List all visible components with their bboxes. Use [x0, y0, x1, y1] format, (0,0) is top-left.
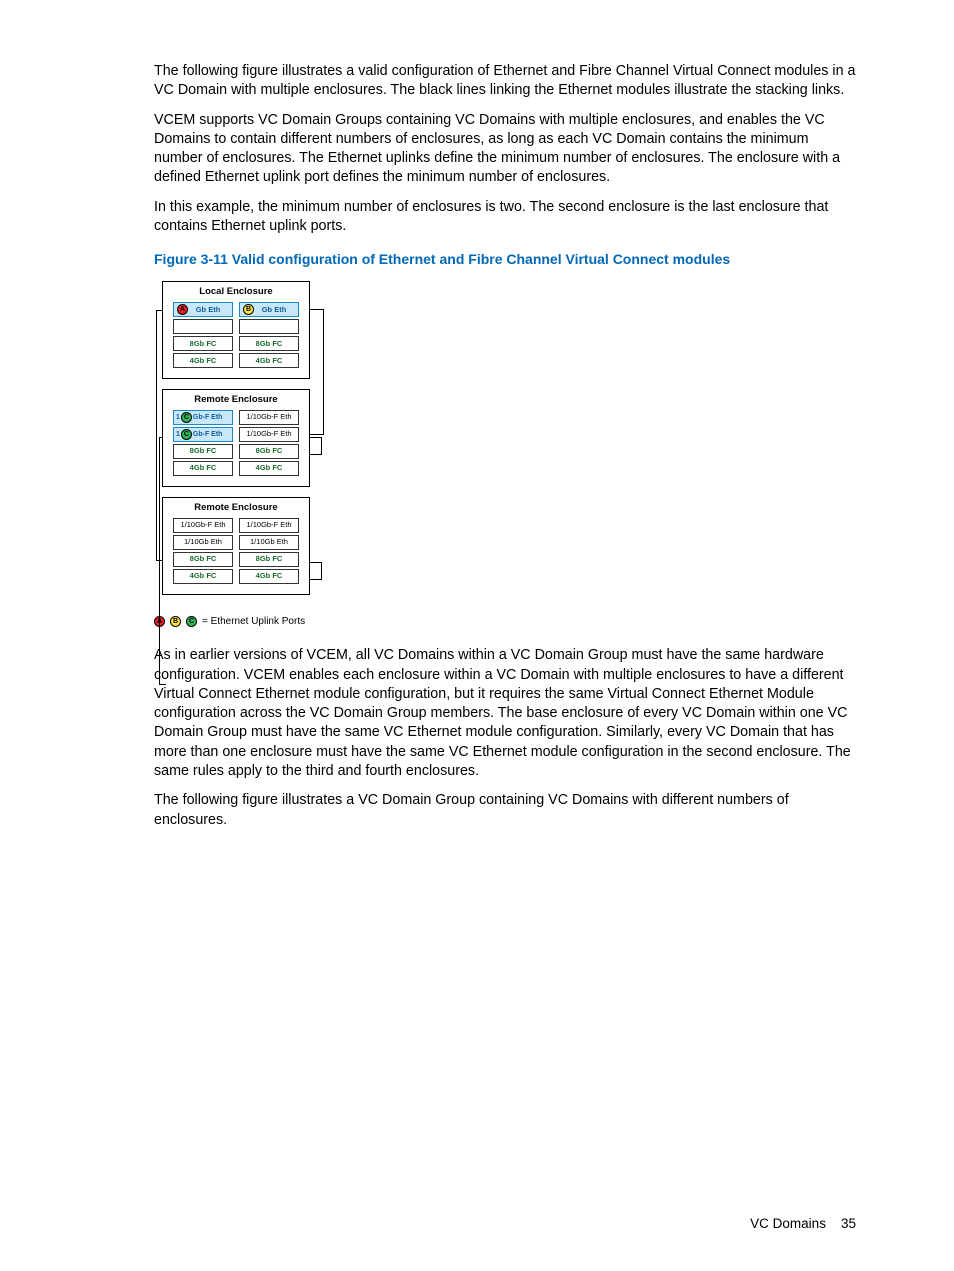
diagram: Local Enclosure A Gb Eth B Gb Eth 8Gb FC…: [154, 281, 354, 594]
module-eth: 1/10Gb-F Eth: [239, 518, 299, 533]
paragraph-1: The following figure illustrates a valid…: [154, 62, 856, 101]
enclosure-title: Remote Enclosure: [167, 393, 305, 410]
module-fc: 4Gb FC: [173, 461, 233, 476]
module-fc: 4Gb FC: [239, 353, 299, 368]
module-fc: 8Gb FC: [173, 336, 233, 351]
footer-page: 35: [841, 1216, 856, 1231]
remote-enclosure-2: Remote Enclosure 1/10Gb-F Eth 1/10Gb-F E…: [162, 497, 310, 595]
uplink-badge-c-icon: C: [186, 616, 197, 627]
module-fc: 8Gb FC: [239, 336, 299, 351]
uplink-badge-c-icon: C: [181, 412, 192, 423]
module-eth: A Gb Eth: [173, 302, 233, 317]
module-fc: 8Gb FC: [173, 552, 233, 567]
paragraph-4: As in earlier versions of VCEM, all VC D…: [154, 646, 856, 781]
module-eth: 1/10Gb Eth: [173, 535, 233, 550]
module-eth: 1 C Gb-F Eth: [173, 410, 233, 425]
module-eth: 1/10Gb Eth: [239, 535, 299, 550]
figure-caption: Figure 3-11 Valid configuration of Ether…: [154, 250, 856, 269]
module-eth: B Gb Eth: [239, 302, 299, 317]
module-eth: 1/10Gb-F Eth: [239, 410, 299, 425]
module-fc: 8Gb FC: [239, 552, 299, 567]
enclosure-title: Remote Enclosure: [167, 501, 305, 518]
uplink-badge-b-icon: B: [243, 304, 254, 315]
paragraph-5: The following figure illustrates a VC Do…: [154, 791, 856, 830]
module-fc: 4Gb FC: [239, 461, 299, 476]
module-eth: 1/10Gb-F Eth: [173, 518, 233, 533]
module-fc: 8Gb FC: [239, 444, 299, 459]
module-fc: 8Gb FC: [173, 444, 233, 459]
local-enclosure: Local Enclosure A Gb Eth B Gb Eth 8Gb FC…: [162, 281, 310, 379]
legend-label: = Ethernet Uplink Ports: [202, 615, 305, 629]
module-eth: 1/10Gb-F Eth: [239, 427, 299, 442]
module-eth: 1 C Gb-F Eth: [173, 427, 233, 442]
uplink-badge-c-icon: C: [181, 429, 192, 440]
module-fc: 4Gb FC: [239, 569, 299, 584]
paragraph-2: VCEM supports VC Domain Groups containin…: [154, 111, 856, 188]
uplink-badge-a-icon: A: [177, 304, 188, 315]
module-empty: [173, 319, 233, 334]
module-fc: 4Gb FC: [173, 569, 233, 584]
enclosure-title: Local Enclosure: [167, 285, 305, 302]
uplink-badge-b-icon: B: [170, 616, 181, 627]
legend: A B C = Ethernet Uplink Ports: [154, 615, 856, 629]
remote-enclosure-1: Remote Enclosure 1 C Gb-F Eth 1/10Gb-F E…: [162, 389, 310, 487]
module-fc: 4Gb FC: [173, 353, 233, 368]
module-empty: [239, 319, 299, 334]
footer-section: VC Domains: [750, 1216, 826, 1231]
paragraph-3: In this example, the minimum number of e…: [154, 198, 856, 237]
page-footer: VC Domains 35: [750, 1215, 856, 1233]
